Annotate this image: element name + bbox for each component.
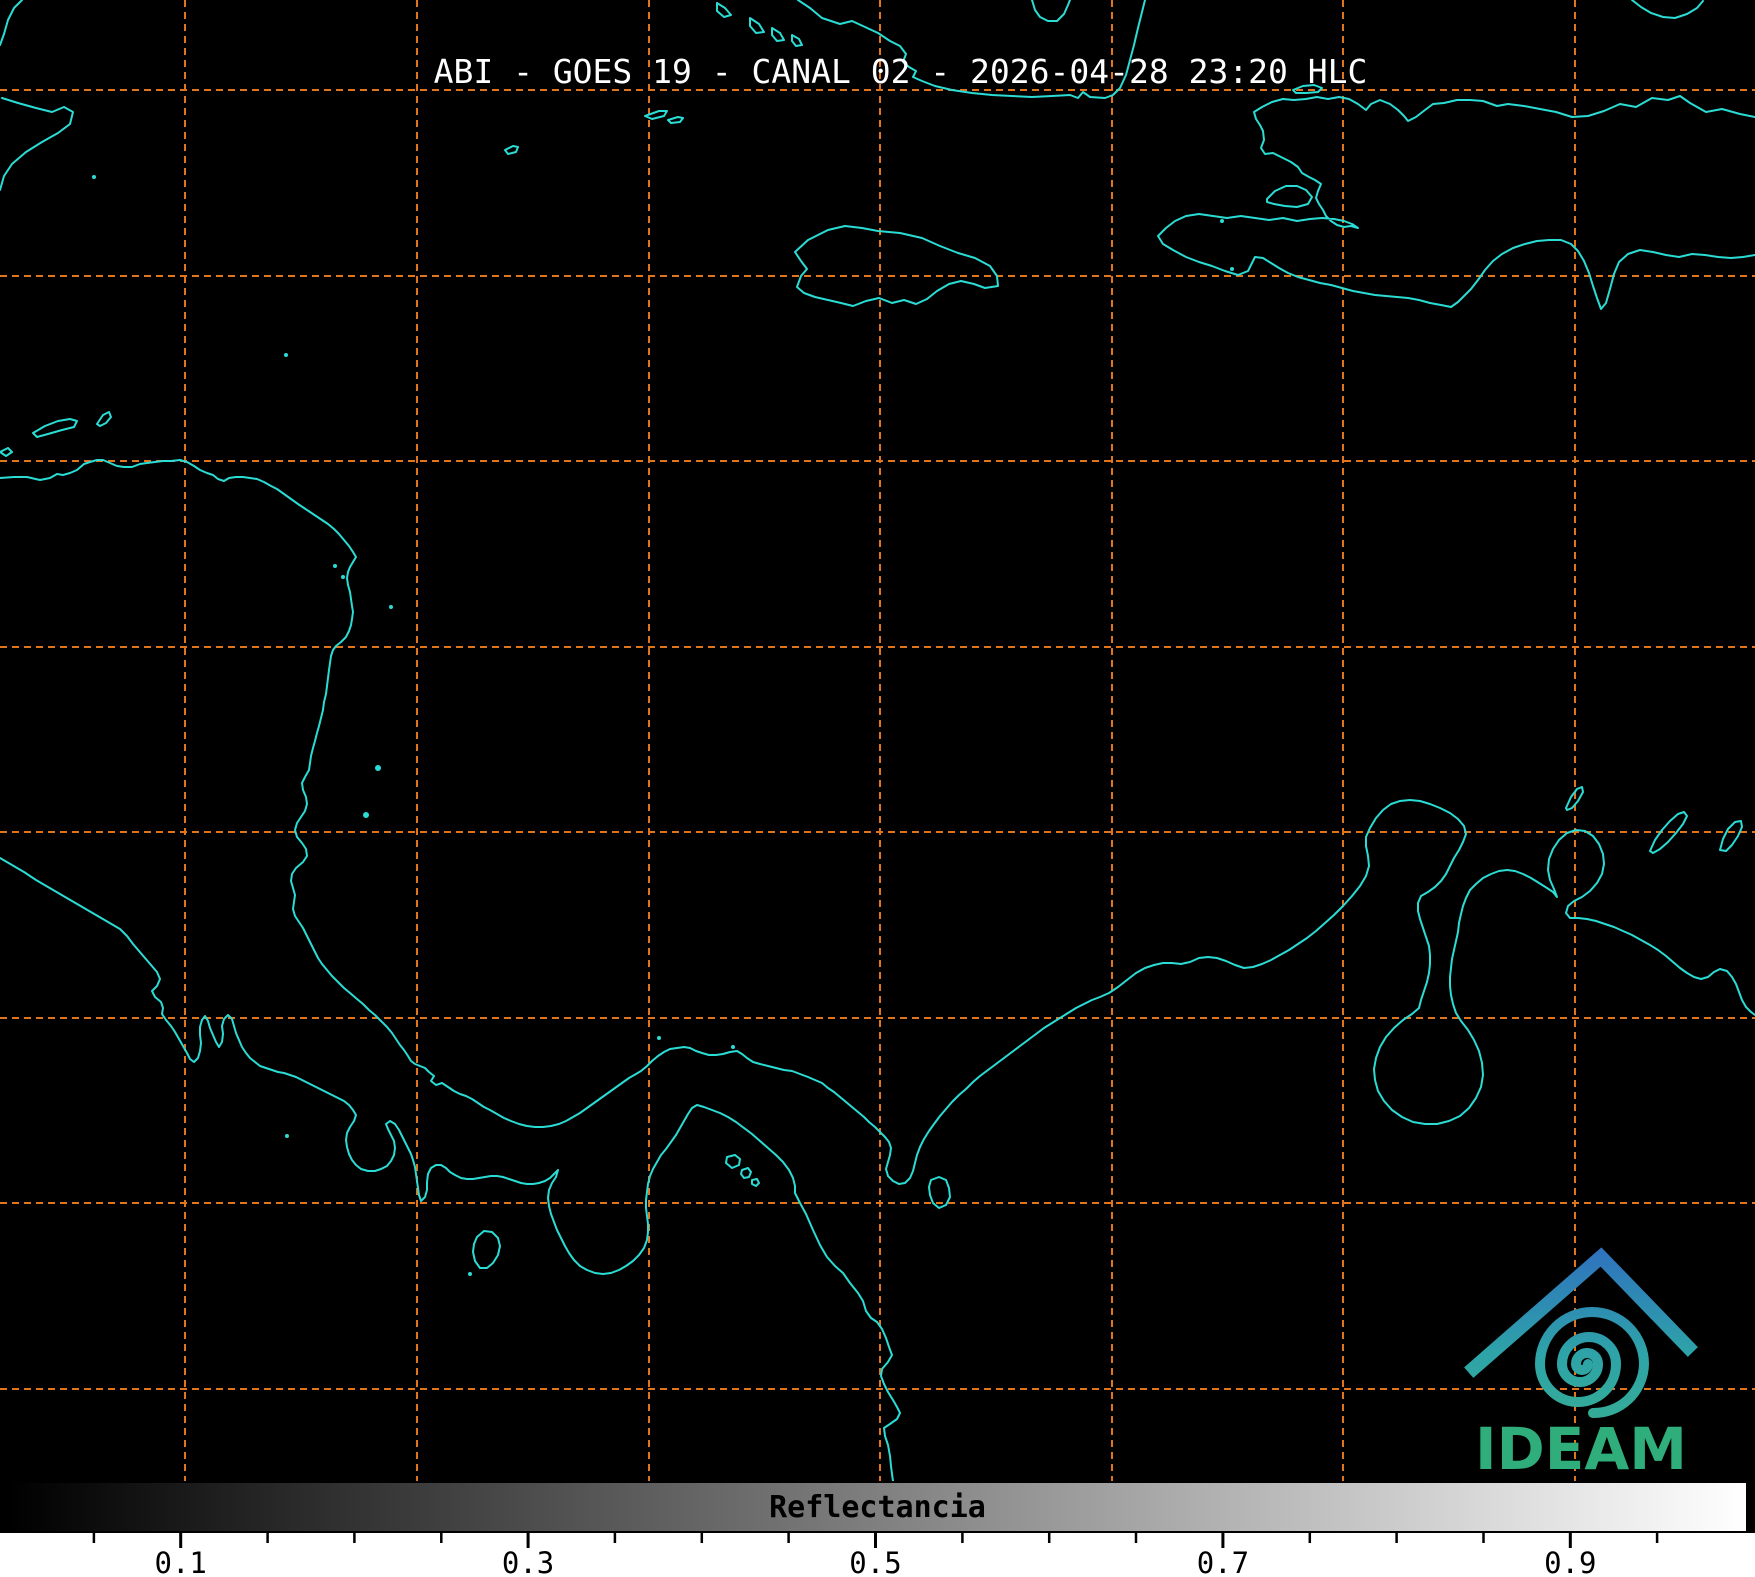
coastline-path bbox=[1266, 185, 1313, 208]
island-dot bbox=[657, 1036, 661, 1040]
island-dot bbox=[341, 575, 345, 579]
island-dot bbox=[375, 765, 381, 771]
coastline-path bbox=[725, 1154, 760, 1187]
island-dot bbox=[731, 1045, 735, 1049]
coastline-path bbox=[1631, 0, 1704, 19]
hurricane-spiral-icon bbox=[1534, 1307, 1650, 1419]
coastline-path bbox=[0, 459, 1755, 1185]
coastline-path bbox=[504, 110, 684, 155]
map-area: IDEAM ABI - GOES 19 - CANAL 02 - 2026-04… bbox=[0, 0, 1755, 1533]
coastline-path bbox=[716, 2, 803, 47]
image-title: ABI - GOES 19 - CANAL 02 - 2026-04-28 23… bbox=[433, 52, 1368, 91]
coastline-path bbox=[0, 97, 74, 191]
island-dot bbox=[468, 1272, 472, 1276]
coastline-path bbox=[472, 1230, 501, 1269]
colorbar-tick-label: 0.3 bbox=[502, 1546, 554, 1577]
colorbar-axis: 0.1 0.3 0.5 0.7 0.9 bbox=[0, 1533, 1755, 1577]
colorbar-tick-label: 0.1 bbox=[155, 1546, 207, 1577]
colorbar-tick-label: 0.7 bbox=[1197, 1546, 1249, 1577]
colorbar-tick-label: 0.9 bbox=[1544, 1546, 1596, 1577]
coastline-path bbox=[0, 857, 901, 1481]
coastline-path bbox=[0, 411, 112, 457]
island-dot bbox=[284, 353, 288, 357]
graticule-layer bbox=[0, 0, 1755, 1481]
island-dot bbox=[1230, 267, 1234, 271]
colorbar-label: Reflectancia bbox=[769, 1489, 986, 1525]
colorbar-tick-label: 0.5 bbox=[849, 1546, 901, 1577]
colorbar-ticks: 0.1 0.3 0.5 0.7 0.9 bbox=[92, 1533, 1659, 1577]
coastline-path bbox=[1031, 0, 1071, 22]
map-canvas: IDEAM bbox=[0, 0, 1755, 1481]
coastline-path bbox=[1157, 95, 1755, 310]
island-dot bbox=[285, 1134, 289, 1138]
satellite-image-figure: IDEAM ABI - GOES 19 - CANAL 02 - 2026-04… bbox=[0, 0, 1755, 1577]
ideam-logo: IDEAM bbox=[1464, 1247, 1698, 1481]
island-dot bbox=[333, 564, 337, 568]
coastline-path bbox=[794, 225, 999, 307]
island-dot bbox=[92, 175, 96, 179]
island-dot bbox=[389, 605, 393, 609]
island-dot bbox=[1220, 219, 1224, 223]
coastline-path bbox=[0, 0, 23, 46]
coastline-layer bbox=[0, 0, 1755, 1481]
ideam-logo-text: IDEAM bbox=[1475, 1415, 1687, 1481]
reflectance-colorbar: Reflectancia bbox=[7, 1481, 1748, 1533]
island-dot bbox=[363, 812, 369, 818]
coastline-path bbox=[1565, 786, 1743, 854]
